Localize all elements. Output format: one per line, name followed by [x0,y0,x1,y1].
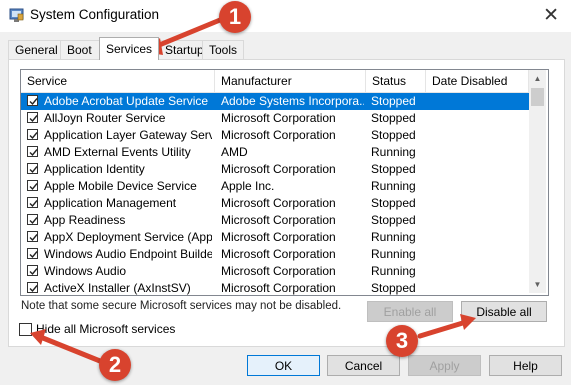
arrow-3 [417,319,469,339]
arrow-3-head [460,314,476,330]
annotation-badge-1: 1 [219,1,251,33]
annotation-badge-3: 3 [386,325,418,357]
arrow-1 [149,17,223,51]
annotation-arrows [30,17,476,364]
tab-services[interactable]: Services [99,37,159,60]
annotation-badge-2: 2 [99,349,131,381]
arrow-2 [35,333,103,364]
